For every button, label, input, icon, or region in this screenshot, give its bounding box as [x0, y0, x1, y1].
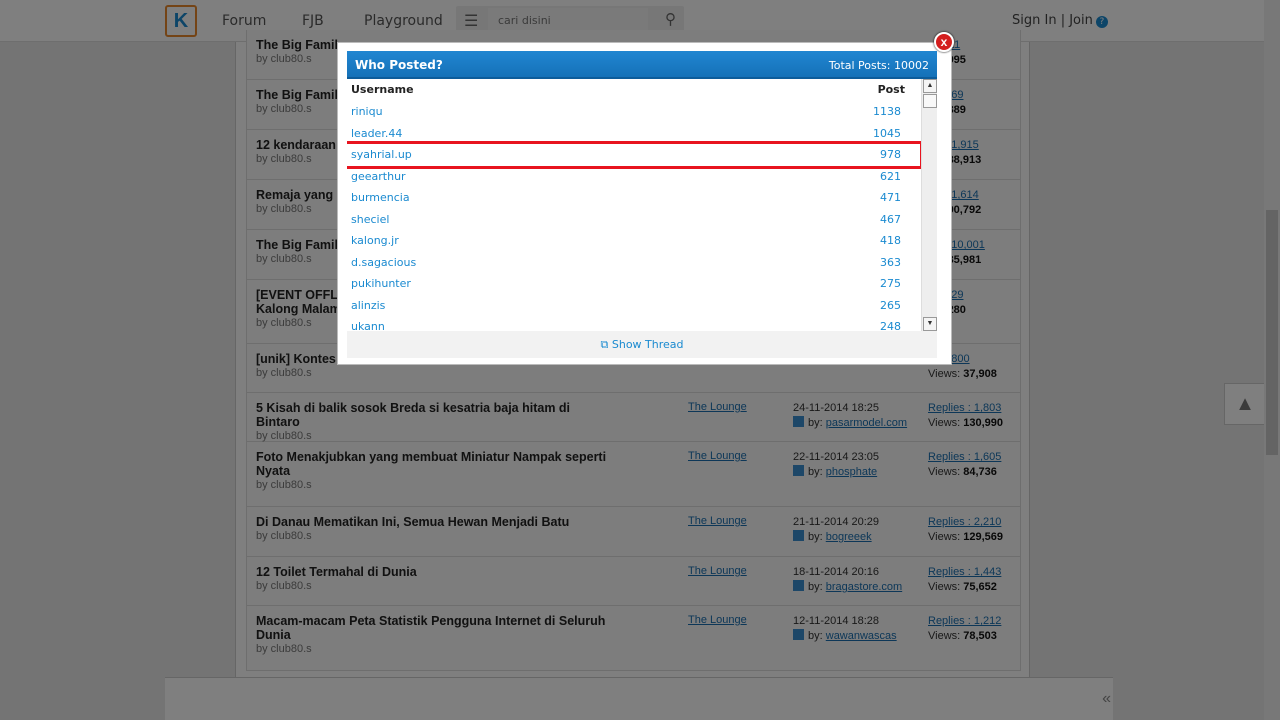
poster-post-count[interactable]: 418	[880, 234, 901, 247]
poster-username-link[interactable]: geearthur	[351, 170, 406, 183]
username-column-header: Username	[351, 83, 414, 96]
poster-username-link[interactable]: ukann	[351, 320, 385, 331]
poster-post-count[interactable]: 467	[880, 213, 901, 226]
modal-scrollbar[interactable]: ▲ ▼	[921, 79, 937, 331]
poster-username-link[interactable]: sheciel	[351, 213, 389, 226]
total-posts: Total Posts: 10002	[828, 59, 929, 72]
modal-title: Who Posted?	[355, 58, 443, 72]
highlight-box	[347, 141, 921, 169]
poster-username-link[interactable]: burmencia	[351, 191, 410, 204]
poster-post-count[interactable]: 1138	[873, 105, 901, 118]
poster-post-count[interactable]: 1045	[873, 127, 901, 140]
show-thread-link[interactable]: ⧉ Show Thread	[347, 331, 937, 358]
poster-post-count[interactable]: 363	[880, 256, 901, 269]
poster-username-link[interactable]: pukihunter	[351, 277, 411, 290]
poster-table: Username Post riniqu 1138 leader.44 1045 sya…	[347, 79, 921, 331]
modal-header: Who Posted? Total Posts: 10002	[347, 51, 937, 79]
modal-scrollbar-thumb[interactable]	[923, 94, 937, 108]
poster-post-count[interactable]: 621	[880, 170, 901, 183]
scroll-up-arrow-icon[interactable]: ▲	[923, 79, 937, 93]
poster-post-count[interactable]: 275	[880, 277, 901, 290]
show-thread-label[interactable]: Show Thread	[612, 338, 684, 351]
poster-post-count[interactable]: 265	[880, 299, 901, 312]
who-posted-modal: Who Posted? Total Posts: 10002 Username …	[337, 42, 952, 365]
close-modal-button[interactable]: x	[934, 32, 954, 52]
scroll-down-arrow-icon[interactable]: ▼	[923, 317, 937, 331]
poster-post-count[interactable]: 248	[880, 320, 901, 331]
poster-username-link[interactable]: kalong.jr	[351, 234, 399, 247]
external-link-icon: ⧉	[600, 338, 612, 351]
poster-username-link[interactable]: alinzis	[351, 299, 385, 312]
post-column-header: Post	[877, 83, 905, 96]
poster-post-count[interactable]: 471	[880, 191, 901, 204]
poster-username-link[interactable]: d.sagacious	[351, 256, 416, 269]
poster-username-link[interactable]: riniqu	[351, 105, 383, 118]
poster-username-link[interactable]: leader.44	[351, 127, 402, 140]
